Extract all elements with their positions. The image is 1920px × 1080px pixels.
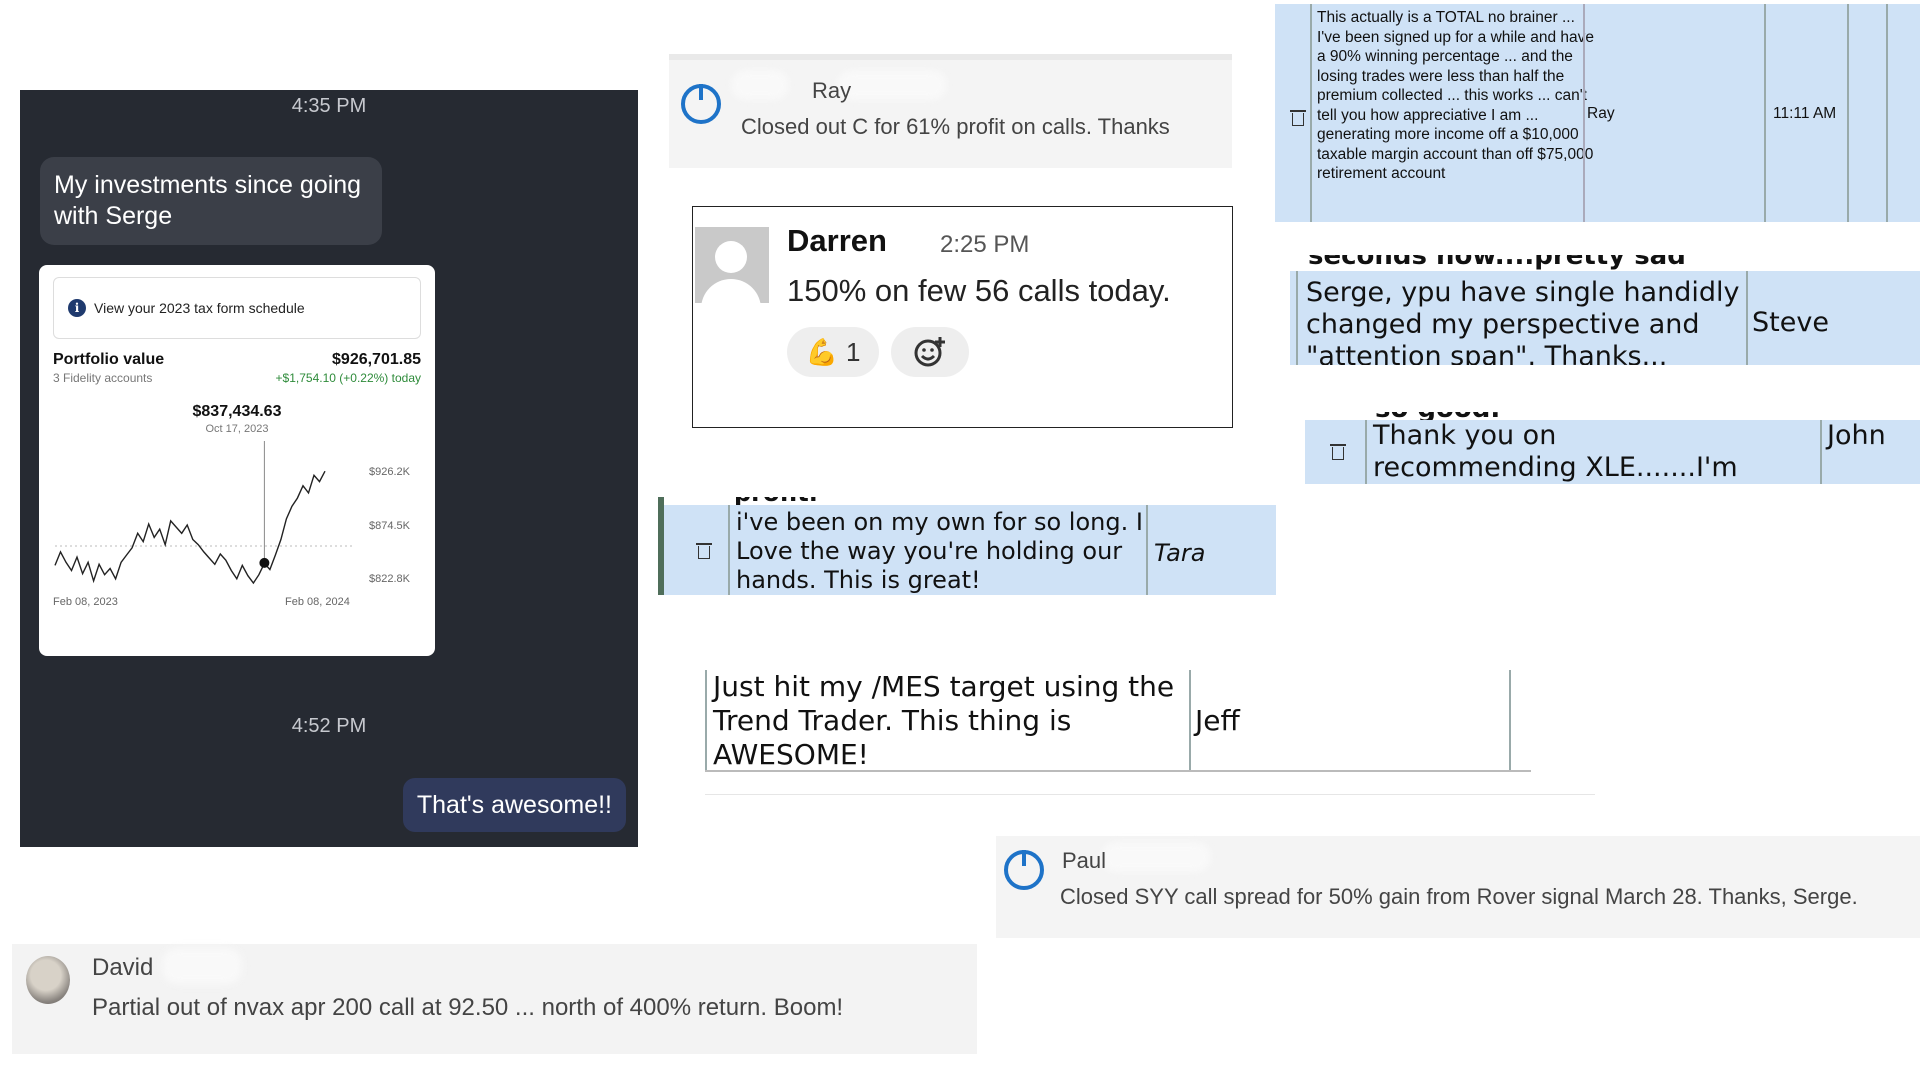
clipped-previous-text: seconds now....pretty sad [1308, 255, 1686, 271]
testimonial-text: Serge, ypu have single handidly changed … [1306, 277, 1740, 365]
outgoing-message: That's awesome!! [402, 778, 626, 832]
trash-icon[interactable] [1330, 442, 1346, 460]
author-name: David [92, 954, 154, 981]
paul-comment: Paul Closed SYY call spread for 50% gain… [996, 836, 1920, 938]
x-tick-label: Feb 08, 2024 [285, 596, 350, 608]
y-tick-label: $822.8K [369, 573, 411, 585]
avatar [26, 956, 70, 1004]
hover-date: Oct 17, 2023 [205, 423, 269, 435]
testimonial-text: i've been on my own for so long. I Love … [736, 508, 1143, 594]
series-group [54, 470, 326, 585]
accounts-count: 3 Fidelity accounts [53, 371, 153, 385]
blurred-surname [1101, 842, 1211, 872]
david-comment: David Partial out of nvax apr 200 call a… [12, 944, 977, 1054]
avatar [695, 227, 769, 303]
portfolio-series-line [54, 470, 326, 585]
author-name: Darren [787, 223, 887, 258]
message-time: 2:25 PM [940, 231, 1030, 258]
trash-icon[interactable] [1290, 108, 1306, 126]
author-name: Paul [1062, 848, 1107, 873]
portfolio-label: Portfolio value [53, 351, 165, 368]
comment-text: Partial out of nvax apr 200 call at 92.5… [92, 994, 844, 1021]
incoming-message: My investments since going with Serge [40, 157, 382, 245]
author-name: John [1827, 420, 1886, 451]
ray-testimonial-row[interactable]: This actually is a TOTAL no brainer ... … [1275, 4, 1920, 222]
comment-text: Closed out C for 61% profit on calls. Th… [741, 114, 1170, 139]
trash-icon[interactable] [696, 541, 712, 559]
power-icon [1004, 850, 1044, 890]
chat-timestamp: 4:52 PM [291, 715, 367, 737]
hover-value: $837,434.63 [192, 403, 282, 420]
x-tick-label: Feb 08, 2023 [53, 596, 118, 608]
post-time: 11:11 AM [1773, 105, 1837, 122]
portfolio-card[interactable]: i View your 2023 tax form schedule Portf… [39, 265, 435, 656]
blurred-surname [837, 70, 947, 100]
hover-point [259, 557, 270, 568]
ray-comment: Ray Closed out C for 61% profit on calls… [669, 54, 1232, 168]
author-name: Tara [1154, 539, 1206, 567]
info-icon: i [68, 299, 86, 317]
blurred-surname [162, 948, 242, 984]
clipped-previous-text: so good. [1375, 412, 1500, 420]
flexed-biceps-emoji: 💪 [805, 336, 838, 367]
phone-chat-screenshot: 4:35 PM My investments since going with … [20, 90, 638, 847]
tax-form-notice[interactable]: i View your 2023 tax form schedule [53, 277, 421, 339]
blurred-surname [731, 70, 789, 100]
author-name: Ray [812, 78, 852, 103]
comment-text: Closed SYY call spread for 50% gain from… [1060, 884, 1858, 909]
chat-timestamp: 4:35 PM [291, 95, 367, 117]
power-icon [681, 84, 721, 124]
reaction-count: 1 [845, 336, 861, 367]
testimonial-text: This actually is a TOTAL no brainer ... … [1317, 9, 1594, 182]
add-reaction-button[interactable] [891, 327, 969, 377]
darren-message: Darren 2:25 PM 150% on few 56 calls toda… [692, 206, 1233, 428]
portfolio-change: +$1,754.10 (+0.22%) today [275, 371, 421, 385]
y-tick-label: $874.5K [369, 520, 411, 532]
portfolio-line-chart[interactable]: $926.2K $874.5K $822.8K Feb 08, 2023 Feb… [49, 435, 429, 645]
testimonial-text: Thank you on recommending XLE.......I'm … [1373, 420, 1738, 483]
add-emoji-icon [914, 337, 945, 367]
author-name: Jeff [1195, 704, 1240, 737]
john-testimonial-row[interactable]: so good. Thank you on recommending XLE..… [1305, 412, 1920, 484]
jeff-testimonial-row[interactable]: Just hit my /MES target using the Trend … [705, 670, 1595, 795]
testimonial-text: Just hit my /MES target using the Trend … [713, 670, 1175, 771]
tara-testimonial-row[interactable]: profit. i've been on my own for so long.… [658, 497, 1276, 595]
message-text: 150% on few 56 calls today. [787, 273, 1171, 308]
tax-notice-text: View your 2023 tax form schedule [94, 300, 305, 316]
portfolio-value: $926,701.85 [332, 351, 421, 368]
y-tick-label: $926.2K [369, 466, 411, 478]
author-name: Ray [1587, 105, 1615, 122]
reaction-pill[interactable]: 💪 1 [787, 327, 879, 377]
author-name: Steve [1752, 307, 1829, 338]
clipped-previous-text: profit. [734, 497, 818, 505]
steve-testimonial-row[interactable]: seconds now....pretty sad Serge, ypu hav… [1290, 255, 1920, 365]
